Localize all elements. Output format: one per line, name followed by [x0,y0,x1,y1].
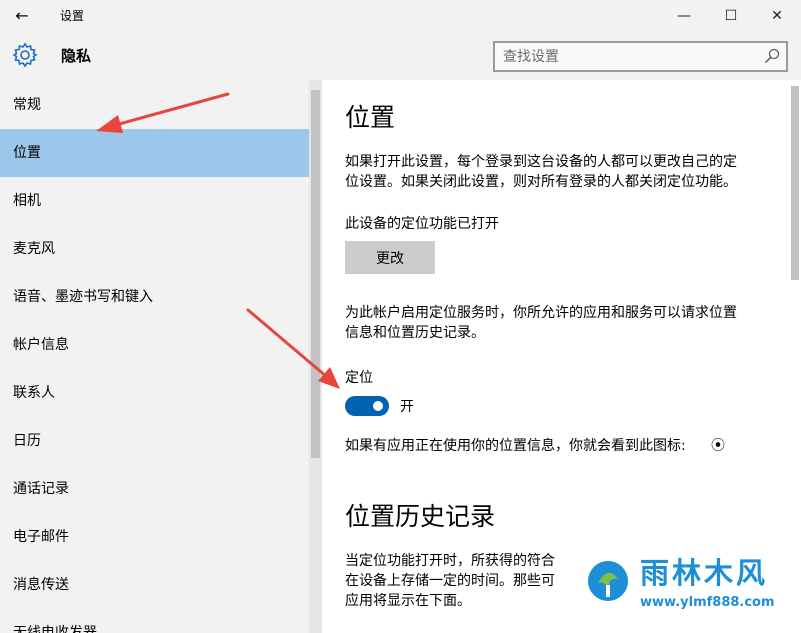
sidebar-item-account-info[interactable]: 帐户信息 [0,321,309,369]
location-in-use-icon: ⦿ [711,438,725,454]
minimize-button[interactable]: — [662,4,706,28]
device-location-status: 此设备的定位功能已打开 [345,216,499,232]
sidebar-item-contacts[interactable]: 联系人 [0,369,309,417]
history-description-line-1: 当定位功能打开时，所获得的符合 [345,553,555,569]
sidebar-scrollbar[interactable] [309,80,322,633]
change-button[interactable]: 更改 [345,241,435,274]
title-bar: ← 设置 — ☐ ✕ [0,0,801,32]
section-heading-location: 位置 [345,103,396,132]
search-icon[interactable] [764,48,780,64]
toggle-knob [373,401,383,411]
location-toggle-label: 定位 [345,370,373,386]
location-description-line-2: 位设置。如果关闭此设置，则对所有登录的人都关闭定位功能。 [345,174,737,190]
page-title: 隐私 [61,47,92,65]
gear-icon [12,42,38,68]
sidebar-item-messaging[interactable]: 消息传送 [0,561,309,609]
watermark-title: 雨林木风 [640,556,769,590]
account-description-line-1: 为此帐户启用定位服务时，你所允许的应用和服务可以请求位置 [345,305,737,321]
watermark: 雨林木风 www.ylmf888.com [580,547,801,633]
location-toggle[interactable] [345,396,389,416]
sidebar-item-microphone[interactable]: 麦克风 [0,225,309,273]
sidebar-scrollbar-thumb[interactable] [311,90,320,458]
sidebar-item-email[interactable]: 电子邮件 [0,513,309,561]
window-title: 设置 [60,9,85,23]
watermark-url: www.ylmf888.com [640,595,775,610]
sidebar-item-call-history[interactable]: 通话记录 [0,465,309,513]
back-button[interactable]: ← [10,6,34,26]
sidebar-item-radios[interactable]: 无线电收发器 [0,609,309,633]
content-scrollbar[interactable] [787,80,801,280]
content-scrollbar-thumb[interactable] [791,86,799,280]
location-usage-note: 如果有应用正在使用你的位置信息，你就会看到此图标: [345,438,686,454]
close-button[interactable]: ✕ [755,4,799,28]
sidebar-item-speech-inking-typing[interactable]: 语音、墨迹书写和键入 [0,273,309,321]
sidebar-item-general[interactable]: 常规 [0,81,309,129]
location-description-line-1: 如果打开此设置，每个登录到这台设备的人都可以更改自己的定 [345,154,737,170]
sidebar-item-calendar[interactable]: 日历 [0,417,309,465]
toggle-state-label: 开 [400,399,414,415]
maximize-button[interactable]: ☐ [709,4,753,28]
sidebar: 常规 位置 相机 麦克风 语音、墨迹书写和键入 帐户信息 联系人 日历 通话记录… [0,80,309,633]
watermark-logo-icon [588,561,628,601]
section-heading-location-history: 位置历史记录 [345,502,496,531]
search-input[interactable] [503,47,753,67]
sidebar-item-camera[interactable]: 相机 [0,177,309,225]
account-description-line-2: 信息和位置历史记录。 [345,325,485,341]
search-box[interactable] [493,41,788,72]
history-description-line-2: 在设备上存储一定的时间。那些可 [345,573,555,589]
page-header: 隐私 [0,32,801,80]
sidebar-item-location[interactable]: 位置 [0,129,309,177]
history-description-line-3: 应用将显示在下面。 [345,593,471,609]
